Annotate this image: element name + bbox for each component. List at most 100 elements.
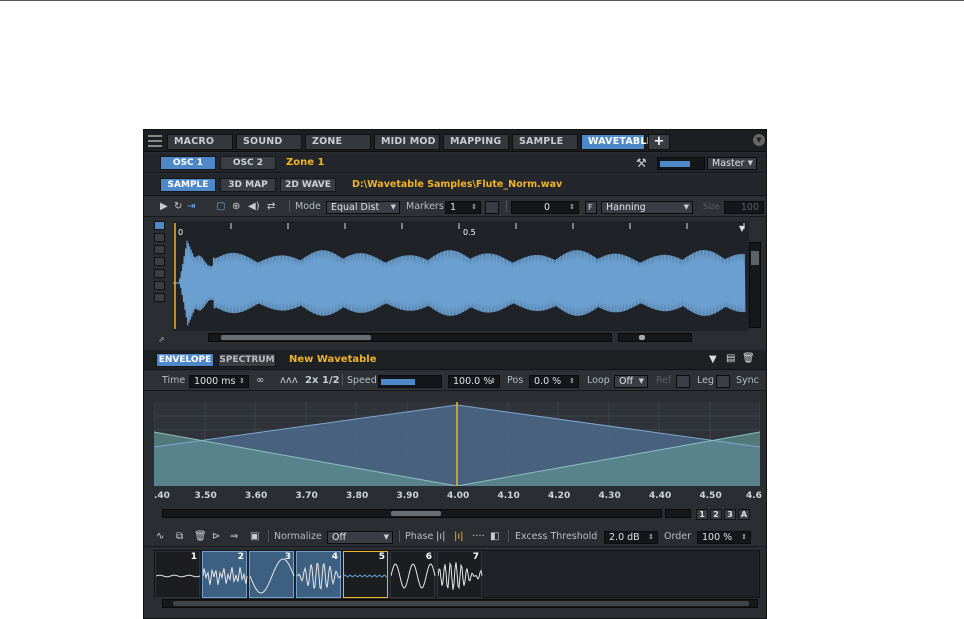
wave-2d-button[interactable]: 2D WAVE [280, 178, 336, 192]
normalize-select[interactable]: Off ▼ [327, 531, 393, 544]
axis-tick-label: 4.10 [497, 491, 520, 501]
marker-icon[interactable]: ⇄ [267, 201, 275, 213]
speed-field[interactable]: 100.0 % ⇕ [448, 375, 500, 388]
tool-icon[interactable] [154, 233, 165, 242]
waveform-hscroll[interactable] [208, 333, 612, 342]
mode-select[interactable]: Equal Dist ▼ [326, 201, 400, 214]
axis-tick-label: 3.60 [245, 491, 268, 501]
speed-slider[interactable] [378, 375, 442, 388]
phase-label: Phase [405, 531, 434, 542]
frame-thumbnail[interactable]: 7 [437, 551, 483, 598]
osc1-button[interactable]: OSC 1 [160, 156, 216, 170]
axis-tick-label: 4.00 [447, 491, 470, 501]
volume-slider[interactable] [657, 157, 705, 170]
frames-toolbar: ∿ ⧉ 🗑 ⊳ ⇒ ▣ Normalize Off ▼ Phase |ı| |ı|… [144, 527, 766, 547]
spectrum-tab[interactable]: SPECTRUM [218, 353, 276, 367]
frame-thumbnail[interactable]: 3 [249, 551, 295, 598]
collapse-icon[interactable]: ▼ [753, 134, 765, 146]
tab-macro[interactable]: MACRO [167, 134, 233, 150]
tab-sample[interactable]: SAMPLE [512, 134, 578, 150]
list-icon[interactable]: ▣ [250, 531, 259, 543]
select-icon[interactable]: ▢ [216, 201, 225, 213]
map-3d-button[interactable]: 3D MAP [220, 178, 276, 192]
frame-thumbnail[interactable]: 4 [296, 551, 342, 598]
tab-zone[interactable]: ZONE [305, 134, 371, 150]
sum-icon[interactable] [154, 221, 165, 230]
waveform-display[interactable]: 0 0.5 ▼ [173, 221, 749, 331]
envelope-hscroll[interactable] [162, 509, 662, 518]
sample-mode-button[interactable]: SAMPLE [160, 178, 216, 192]
legato-toggle[interactable] [716, 375, 730, 388]
copy-icon[interactable]: ⧉ [176, 531, 183, 543]
link-icon[interactable]: ∞ [256, 375, 264, 387]
frame-thumbnail[interactable]: 2 [202, 551, 248, 598]
envelope-shape-icon[interactable]: ʌʌʌ [280, 375, 298, 387]
output-select[interactable]: Master ▼ [707, 157, 757, 170]
tool-icon[interactable] [154, 281, 165, 290]
markers-toggle[interactable] [485, 201, 499, 214]
view-all-button[interactable]: A [738, 509, 750, 520]
loop-select[interactable]: Off ▼ [614, 375, 648, 388]
waveform-zoom-slider[interactable] [618, 333, 692, 342]
ref-toggle[interactable] [676, 375, 690, 388]
wave-tool-icon[interactable]: ∿ [156, 531, 164, 543]
tool-icon[interactable] [154, 245, 165, 254]
tune-icon[interactable]: ⚒ [636, 157, 647, 169]
time-field[interactable]: 1000 ms ⇕ [189, 375, 249, 388]
move-icon[interactable]: ⇒ [230, 531, 238, 543]
tool-icon[interactable] [154, 257, 165, 266]
offset-field[interactable]: 0 ⇕ [511, 201, 579, 214]
phase-active-icon[interactable]: |ı| [454, 531, 464, 543]
osc2-button[interactable]: OSC 2 [220, 156, 276, 170]
speaker-icon[interactable]: ◀) [248, 201, 260, 213]
axis-tick-label: 4.50 [699, 491, 722, 501]
zoom-icon[interactable]: ⊕ [232, 201, 240, 213]
view-3-button[interactable]: 3 [724, 509, 736, 520]
sample-toolbar: ▶ ↻ ⇥ ▢ ⊕ ◀) ⇄ Mode Equal Dist ▼ Markers … [144, 197, 766, 217]
markers-field[interactable]: 1 ⇕ [445, 201, 481, 214]
delete-icon[interactable]: 🗑 [742, 353, 755, 364]
resize-icon[interactable]: ⇗ [158, 335, 165, 344]
trash-icon[interactable]: 🗑 [194, 531, 207, 543]
f-button[interactable]: F [585, 201, 597, 214]
frame-number: 3 [284, 552, 291, 562]
loop-icon[interactable]: ↻ [174, 201, 182, 213]
view-1-button[interactable]: 1 [696, 509, 708, 520]
insert-icon[interactable]: ⊳ [212, 531, 220, 543]
envelope-zoom-slider[interactable] [665, 509, 691, 518]
half-time-button[interactable]: 1/2 [322, 375, 340, 387]
frame-thumbnail[interactable]: 5 [343, 551, 389, 598]
phase-icon[interactable]: |ı| [436, 531, 446, 543]
view-2-button[interactable]: 2 [710, 509, 722, 520]
window-select[interactable]: Hanning ▼ [601, 201, 693, 214]
menu-dropdown-icon[interactable]: ▼ [709, 354, 717, 365]
vertical-zoom-scroll[interactable] [749, 242, 761, 328]
follow-icon[interactable]: ⇥ [187, 201, 195, 213]
tab-midi-mod[interactable]: MIDI MOD [374, 134, 440, 150]
top-divider [0, 0, 964, 1]
size-field[interactable]: 100 [724, 201, 764, 214]
tool-icon[interactable] [154, 269, 165, 278]
ruler-menu-icon[interactable]: ▼ [739, 224, 745, 233]
graph-icon[interactable]: ◧ [490, 531, 499, 543]
excess-threshold-field[interactable]: 2.0 dB ⇕ [604, 531, 658, 544]
order-field[interactable]: 100 % ⇕ [697, 531, 751, 544]
pos-field[interactable]: 0.0 % ⇕ [529, 375, 579, 388]
envelope-graph[interactable] [153, 402, 761, 487]
add-tab-button[interactable]: + [648, 134, 670, 150]
ref-label: Ref [656, 375, 672, 386]
frame-thumbnail[interactable]: 1 [155, 551, 201, 598]
frames-hscroll[interactable] [162, 599, 758, 608]
menu-icon[interactable] [148, 135, 162, 147]
tab-wavetable[interactable]: WAVETABLE [581, 134, 653, 150]
envelope-tab[interactable]: ENVELOPE [156, 353, 214, 367]
frame-thumbnail[interactable]: 6 [390, 551, 436, 598]
zone-name: Zone 1 [286, 157, 325, 168]
tab-mapping[interactable]: MAPPING [443, 134, 509, 150]
tab-sound[interactable]: SOUND [236, 134, 302, 150]
save-icon[interactable]: ▤ [726, 353, 735, 364]
tool-icon[interactable] [154, 293, 165, 302]
double-time-button[interactable]: 2x [305, 375, 318, 387]
play-icon[interactable]: ▶ [160, 201, 168, 213]
dots-icon[interactable]: ···· [472, 531, 485, 543]
